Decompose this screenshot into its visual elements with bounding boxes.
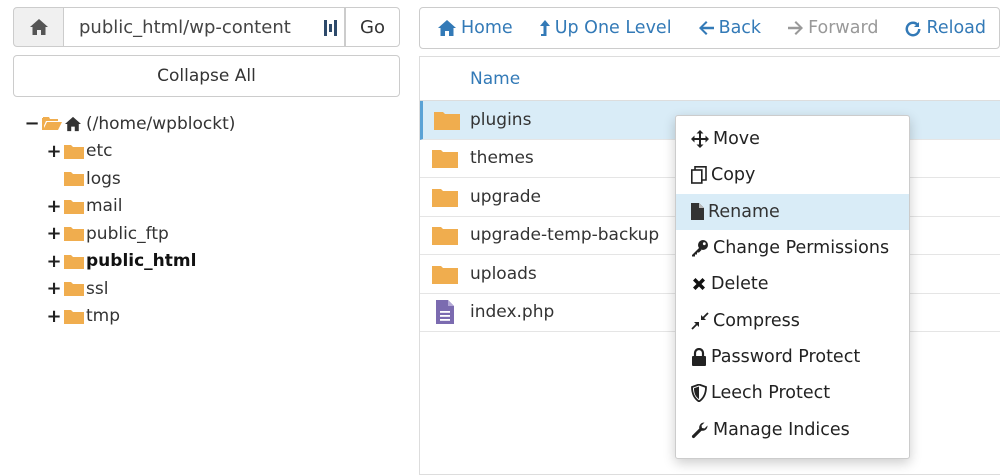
- lock-icon: [692, 347, 706, 366]
- menu-item-compress[interactable]: Compress: [676, 302, 909, 338]
- file-name: upgrade-temp-backup: [470, 225, 660, 246]
- folder-icon: [64, 144, 84, 159]
- home-icon: [29, 19, 48, 35]
- move-icon: [691, 130, 709, 149]
- menu-item-label: Move: [713, 129, 760, 150]
- menu-item-label: Leech Protect: [711, 383, 831, 404]
- expand-toggle[interactable]: +: [46, 141, 62, 162]
- tree-item-label: logs: [86, 168, 121, 189]
- password-manager-icon: [324, 20, 337, 36]
- expand-toggle[interactable]: +: [46, 223, 62, 244]
- expand-toggle[interactable]: +: [46, 278, 62, 299]
- toolbar: Home Up One Level Back Forward Reload: [419, 7, 1000, 49]
- left-panel: public_html/wp-content Go Collapse All −…: [0, 0, 410, 475]
- expand-toggle[interactable]: +: [46, 251, 62, 272]
- path-value: public_html/wp-content: [79, 16, 291, 38]
- menu-item-move[interactable]: Move: [676, 121, 909, 157]
- tree-item-label: mail: [86, 196, 123, 217]
- tree-item-label: tmp: [86, 306, 121, 327]
- folder-open-icon: [42, 117, 62, 131]
- menu-item-leech-protect[interactable]: Leech Protect: [676, 375, 909, 411]
- reload-icon: [905, 21, 921, 37]
- context-menu: Move Copy Rename Change Permissions Dele…: [675, 115, 910, 459]
- path-input[interactable]: public_html/wp-content: [64, 7, 345, 47]
- tree-item-public-html[interactable]: + public_html: [24, 248, 235, 276]
- level-up-icon: [539, 20, 550, 36]
- home-icon: [65, 116, 81, 131]
- file-name: themes: [470, 148, 534, 169]
- folder-icon: [420, 148, 470, 169]
- tree-item-public-ftp[interactable]: + public_ftp: [24, 220, 235, 248]
- shield-icon: [691, 384, 707, 403]
- reload-label: Reload: [926, 18, 986, 38]
- tree-item-label: public_html: [86, 251, 197, 272]
- tree-item-tmp[interactable]: + tmp: [24, 303, 235, 331]
- path-bar: public_html/wp-content Go: [13, 7, 400, 47]
- arrow-left-icon: [698, 21, 714, 35]
- folder-icon: [64, 309, 84, 324]
- tree-root-label: (/home/wpblockt): [86, 113, 236, 134]
- file-name: plugins: [470, 109, 532, 130]
- toolbar-home-button[interactable]: Home: [437, 18, 513, 38]
- tree-item-etc[interactable]: + etc: [24, 138, 235, 166]
- tree-item-label: etc: [86, 141, 113, 162]
- home-button[interactable]: [13, 7, 64, 47]
- file-name: uploads: [470, 263, 537, 284]
- compress-icon: [691, 311, 709, 330]
- close-icon: [693, 278, 705, 291]
- toolbar-home-label: Home: [461, 18, 513, 38]
- collapse-toggle[interactable]: −: [24, 113, 40, 134]
- menu-item-label: Change Permissions: [713, 238, 890, 259]
- tree-item-logs[interactable]: logs: [24, 165, 235, 193]
- forward-button[interactable]: Forward: [787, 18, 878, 38]
- menu-item-label: Rename: [708, 201, 780, 222]
- back-button[interactable]: Back: [698, 18, 762, 38]
- folder-icon: [420, 264, 470, 284]
- tree-item-label: public_ftp: [86, 223, 169, 244]
- folder-icon: [420, 225, 470, 246]
- reload-button[interactable]: Reload: [904, 18, 986, 38]
- menu-item-rename[interactable]: Rename: [676, 193, 909, 230]
- forward-label: Forward: [808, 18, 879, 38]
- go-button[interactable]: Go: [345, 7, 400, 47]
- copy-icon: [691, 166, 707, 185]
- menu-item-change-permissions[interactable]: Change Permissions: [676, 230, 909, 266]
- file-name: upgrade: [470, 186, 542, 207]
- back-label: Back: [718, 18, 762, 38]
- wrench-icon: [691, 422, 708, 438]
- folder-icon: [420, 187, 470, 207]
- up-one-level-button[interactable]: Up One Level: [539, 18, 672, 38]
- menu-item-copy[interactable]: Copy: [676, 157, 909, 193]
- key-icon: [692, 240, 708, 257]
- tree-item-mail[interactable]: + mail: [24, 193, 235, 221]
- folder-icon: [64, 282, 84, 297]
- folder-icon: [423, 110, 470, 130]
- up-one-level-label: Up One Level: [554, 18, 672, 38]
- menu-item-password-protect[interactable]: Password Protect: [676, 339, 909, 375]
- expand-toggle[interactable]: +: [46, 306, 62, 327]
- menu-item-label: Copy: [711, 165, 756, 186]
- file-icon: [420, 300, 470, 325]
- menu-item-label: Delete: [711, 274, 769, 295]
- file-name: index.php: [470, 302, 555, 323]
- folder-icon: [64, 227, 84, 242]
- menu-item-label: Compress: [713, 310, 800, 331]
- folder-tree: − (/home/wpblockt) + etc logs + mail + p…: [24, 110, 235, 330]
- home-icon: [438, 20, 456, 36]
- file-icon: [691, 203, 704, 221]
- menu-item-label: Manage Indices: [713, 419, 850, 440]
- column-header-name[interactable]: Name: [420, 57, 1000, 101]
- tree-item-label: ssl: [86, 278, 109, 299]
- menu-item-delete[interactable]: Delete: [676, 266, 909, 302]
- menu-item-label: Password Protect: [711, 346, 861, 367]
- folder-icon: [64, 254, 84, 269]
- menu-item-manage-indices[interactable]: Manage Indices: [676, 411, 909, 447]
- tree-root[interactable]: − (/home/wpblockt): [24, 110, 235, 138]
- folder-icon: [64, 172, 84, 187]
- folder-icon: [64, 199, 84, 214]
- expand-toggle[interactable]: +: [46, 196, 62, 217]
- arrow-right-icon: [788, 21, 804, 35]
- collapse-all-button[interactable]: Collapse All: [13, 55, 400, 97]
- tree-item-ssl[interactable]: + ssl: [24, 275, 235, 303]
